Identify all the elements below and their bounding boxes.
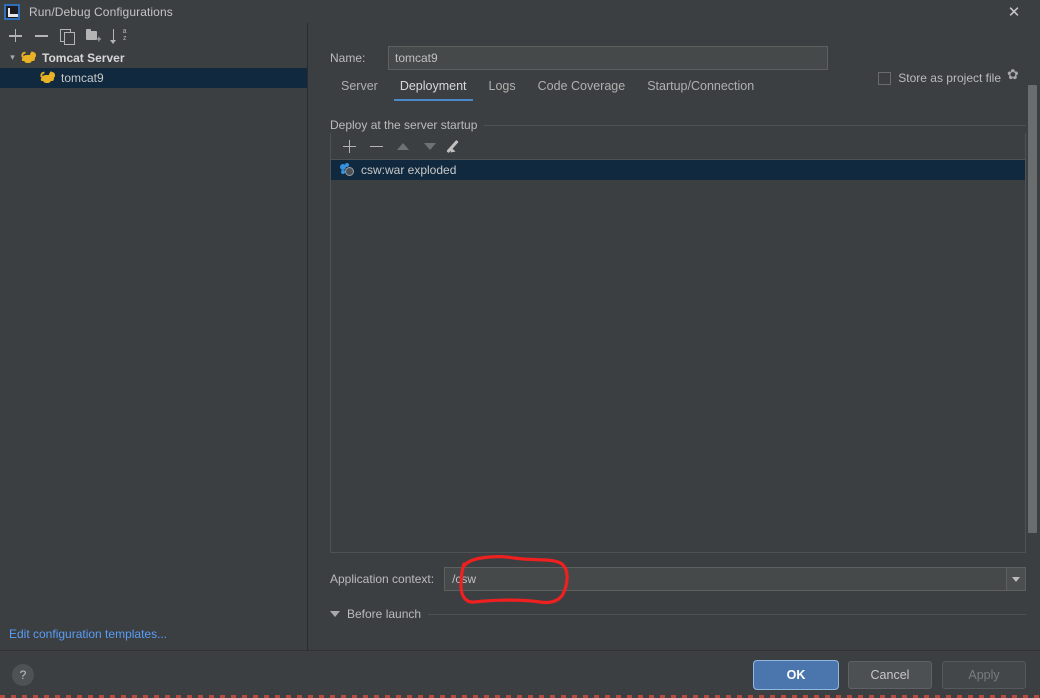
before-launch-divider — [428, 613, 1026, 615]
window-titlebar: Run/Debug Configurations ✕ — [0, 0, 1040, 23]
group-legend: Deploy at the server startup — [330, 117, 1026, 133]
tree-item-label: tomcat9 — [61, 71, 104, 85]
name-input[interactable] — [388, 46, 828, 70]
tab-startup-connection[interactable]: Startup/Connection — [636, 75, 765, 101]
tree-item-tomcat9[interactable]: tomcat9 — [0, 68, 307, 88]
ok-button[interactable]: OK — [754, 660, 838, 689]
plus-icon — [342, 139, 356, 153]
tab-deployment[interactable]: Deployment — [389, 75, 478, 101]
dialog-footer: ? OK Cancel Apply — [0, 650, 1040, 698]
triangle-up-icon — [397, 142, 409, 150]
dialog-body: + a z ▾ Tomcat Server tomcat9 Edit confi… — [0, 23, 1040, 650]
folder-add-icon: + — [85, 29, 102, 44]
sidebar-toolbar: + a z — [0, 23, 307, 48]
configurations-tree: ▾ Tomcat Server tomcat9 — [0, 48, 307, 650]
deploy-at-startup-group: Deploy at the server startup csw:war exp… — [330, 117, 1026, 553]
list-item[interactable]: csw:war exploded — [331, 160, 1025, 180]
before-launch-section[interactable]: Before launch — [330, 607, 1026, 621]
chevron-down-icon[interactable]: ▾ — [4, 53, 21, 63]
tab-code-coverage[interactable]: Code Coverage — [527, 75, 637, 101]
application-context-row: Application context: /csw — [330, 567, 1026, 591]
window-title: Run/Debug Configurations — [29, 4, 173, 19]
remove-configuration-button[interactable] — [28, 24, 54, 48]
copy-configuration-button[interactable] — [54, 24, 80, 48]
save-configuration-button[interactable]: + — [80, 24, 106, 48]
minus-icon — [369, 140, 383, 153]
copy-icon — [60, 28, 75, 45]
store-as-project-file-label: Store as project file — [898, 71, 1001, 85]
configurations-sidebar: + a z ▾ Tomcat Server tomcat9 Edit confi… — [0, 23, 308, 650]
group-title: Deploy at the server startup — [330, 118, 485, 132]
footer-buttons: OK Cancel Apply — [754, 660, 1040, 689]
help-button[interactable]: ? — [12, 663, 34, 686]
minus-icon — [34, 29, 48, 42]
plus-icon — [8, 29, 22, 42]
cancel-button[interactable]: Cancel — [848, 660, 932, 689]
deployment-list-toolbar — [331, 133, 1025, 160]
name-label: Name: — [330, 51, 366, 65]
triangle-down-icon — [424, 142, 436, 150]
deployment-group-box: csw:war exploded — [330, 133, 1026, 553]
gear-icon[interactable] — [1007, 67, 1022, 85]
configuration-editor-panel: Name: Store as project file Server Deplo… — [308, 23, 1040, 650]
group-divider — [484, 124, 1026, 126]
intellij-idea-logo — [4, 3, 20, 20]
remove-artifact-button[interactable] — [363, 134, 389, 159]
application-context-label: Application context: — [330, 572, 435, 586]
before-launch-label: Before launch — [347, 607, 422, 621]
tomcat-icon — [39, 71, 56, 85]
sort-alphabetical-icon: a z — [110, 28, 127, 44]
sort-configurations-button[interactable]: a z — [106, 24, 132, 48]
deployment-list[interactable]: csw:war exploded — [331, 160, 1025, 552]
tab-server[interactable]: Server — [330, 75, 389, 101]
apply-button[interactable]: Apply — [942, 660, 1026, 689]
tomcat-icon — [20, 51, 37, 65]
name-row: Name: — [308, 23, 1040, 73]
artifact-icon — [340, 163, 355, 177]
chevron-down-icon[interactable] — [1006, 568, 1025, 590]
move-down-button[interactable] — [417, 134, 443, 159]
tab-logs[interactable]: Logs — [478, 75, 527, 101]
edit-artifact-button[interactable] — [444, 134, 470, 159]
store-as-project-file-row[interactable]: Store as project file — [878, 67, 1022, 85]
pencil-icon — [450, 139, 464, 153]
vertical-scrollbar[interactable] — [1028, 85, 1037, 640]
scrollbar-thumb[interactable] — [1028, 85, 1037, 533]
edit-configuration-templates-link[interactable]: Edit configuration templates... — [9, 627, 167, 641]
application-context-field[interactable]: /csw — [444, 567, 1026, 591]
tree-group-tomcat-server[interactable]: ▾ Tomcat Server — [0, 48, 307, 68]
store-as-project-file-checkbox[interactable] — [878, 71, 892, 85]
add-configuration-button[interactable] — [2, 24, 28, 48]
list-item-label: csw:war exploded — [361, 163, 457, 177]
triangle-down-icon[interactable] — [330, 611, 340, 617]
close-icon[interactable]: ✕ — [994, 0, 1034, 23]
tree-group-label: Tomcat Server — [42, 51, 125, 65]
add-artifact-button[interactable] — [336, 134, 362, 159]
application-context-value[interactable]: /csw — [445, 572, 1006, 586]
move-up-button[interactable] — [390, 134, 416, 159]
